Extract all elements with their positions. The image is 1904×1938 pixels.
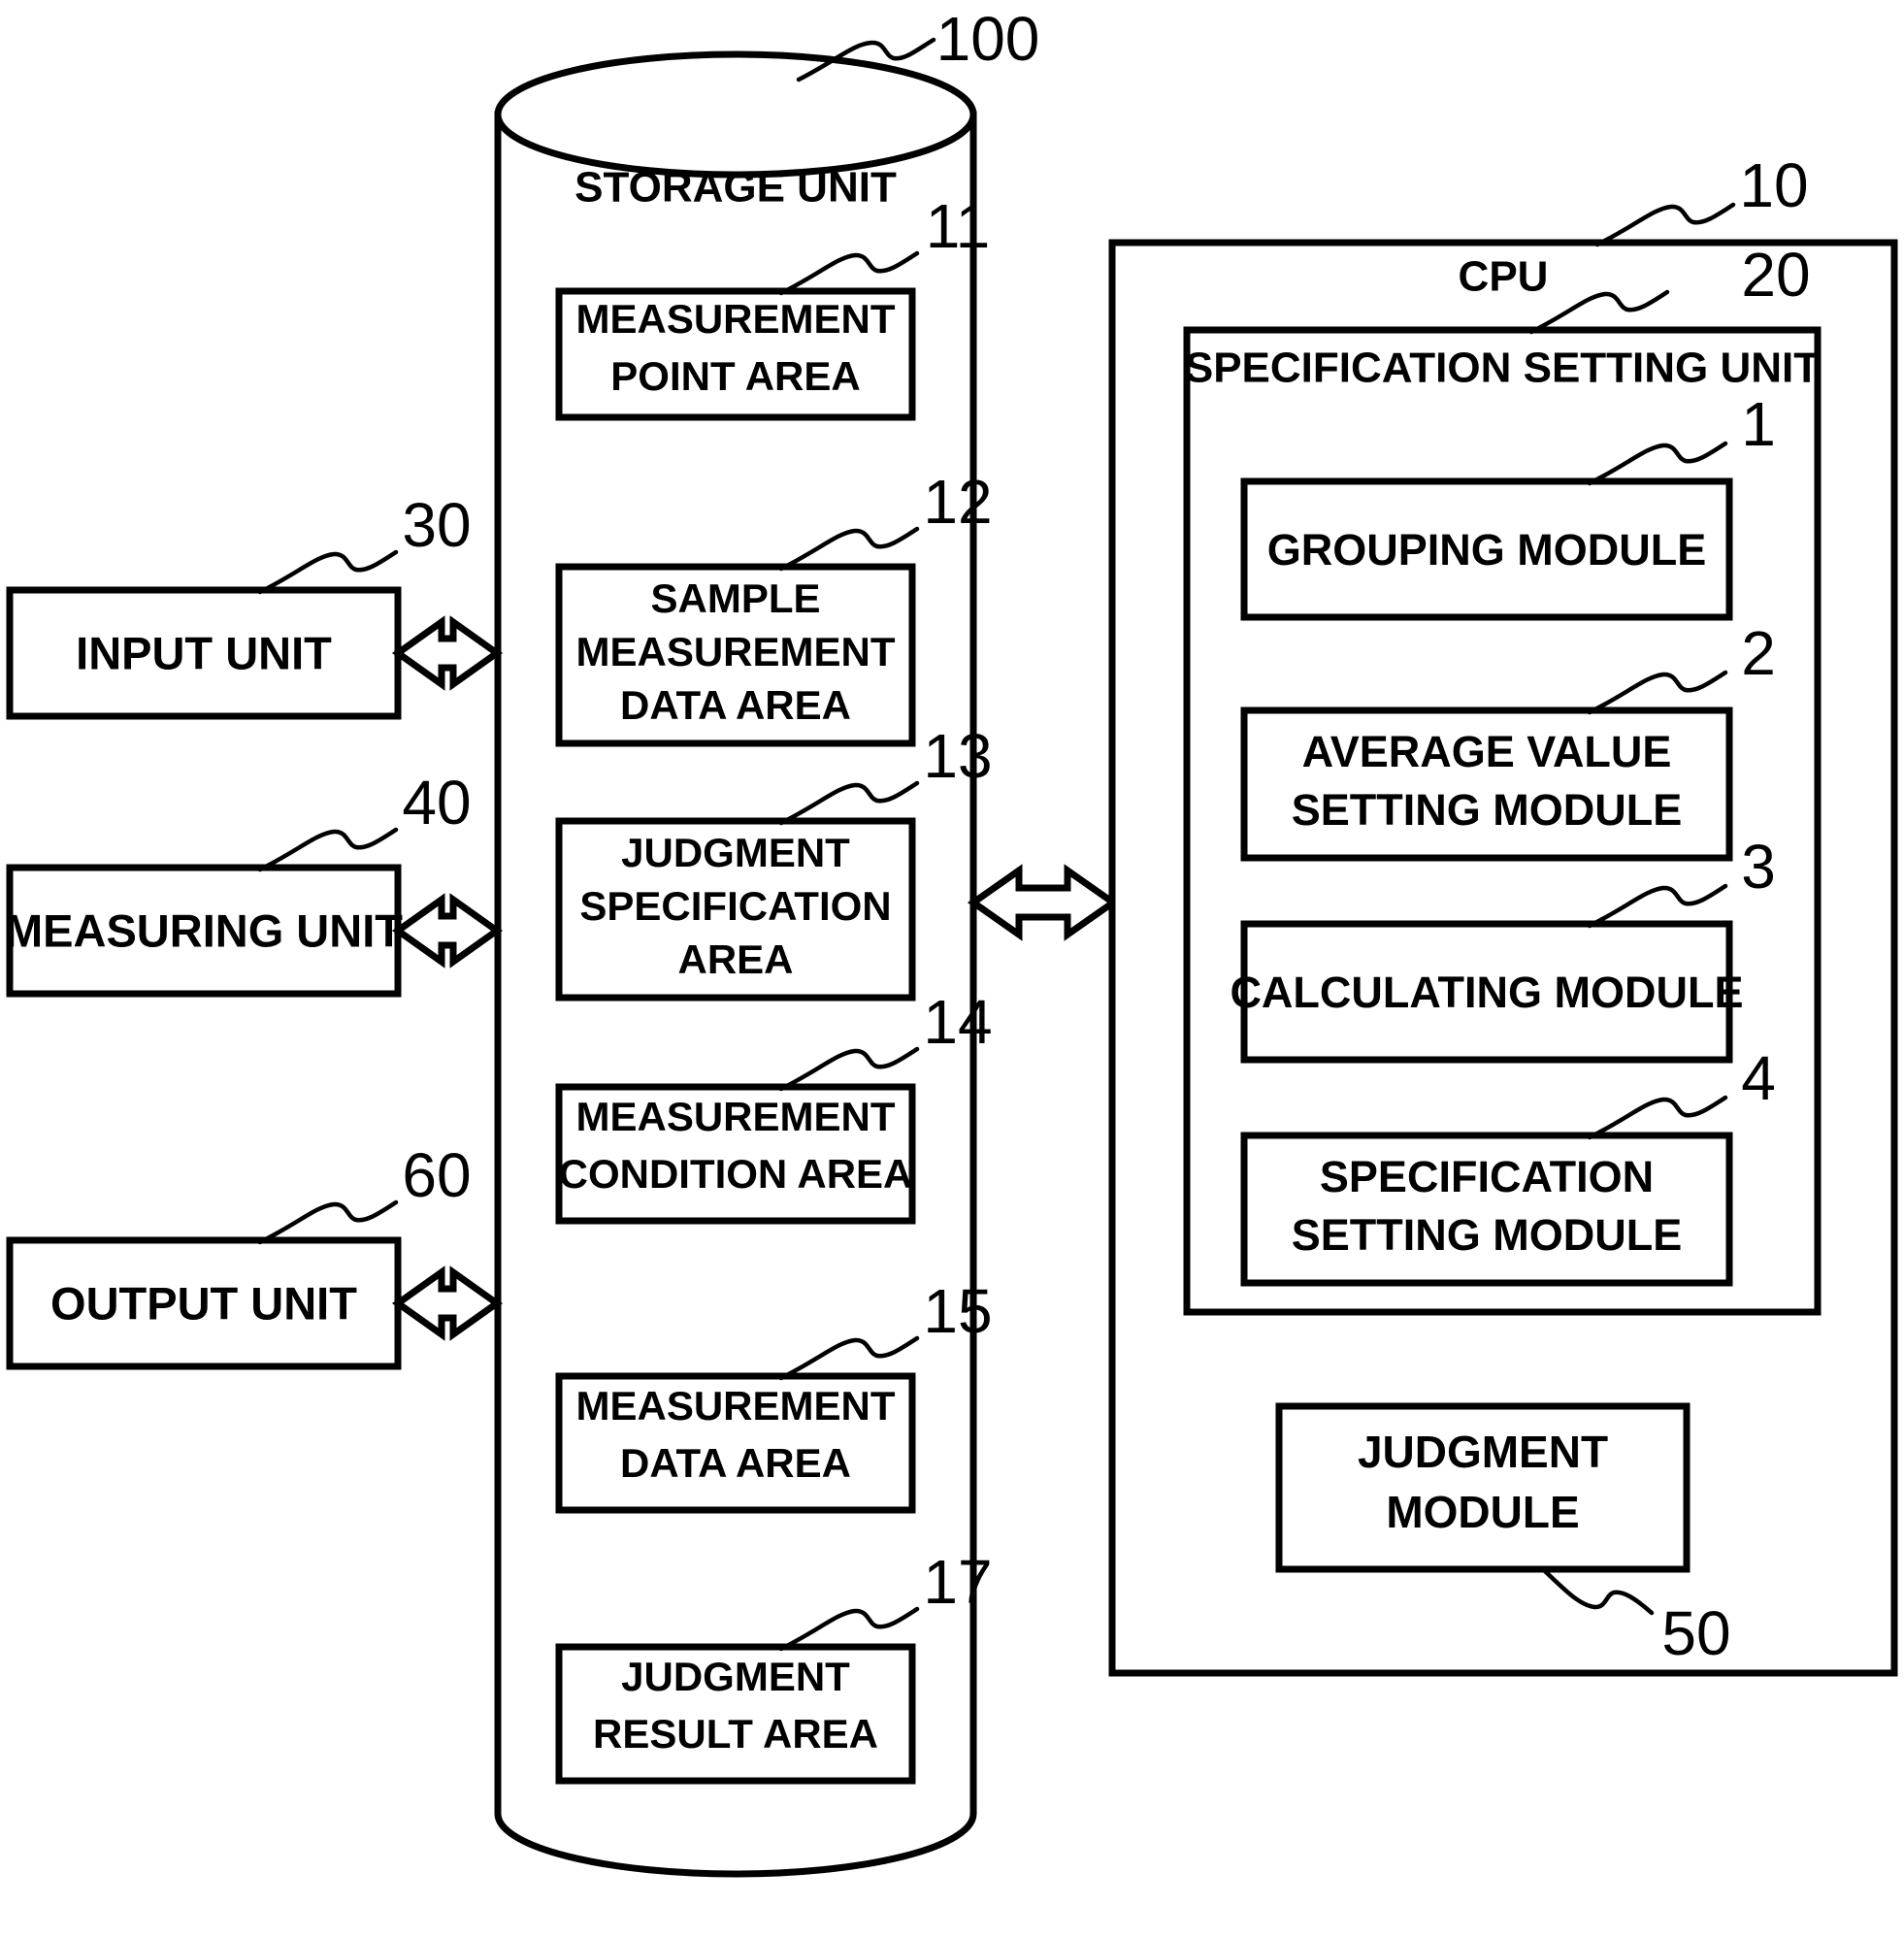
ref-number-30: 30 (402, 490, 471, 560)
svg-text:JUDGMENT: JUDGMENT (621, 1654, 850, 1699)
svg-text:SAMPLE: SAMPLE (650, 575, 820, 621)
module-grouping: GROUPING MODULE (1240, 477, 1733, 621)
peripheral-measuring-unit: MEASURING UNIT (5, 864, 403, 998)
svg-text:POINT AREA: POINT AREA (610, 353, 860, 399)
ref-number-12: 12 (923, 467, 992, 537)
ref-number-13: 13 (923, 721, 992, 791)
peripheral-input-unit: INPUT UNIT (6, 586, 402, 720)
module-calculating: CALCULATING MODULE (1230, 920, 1744, 1064)
arrow-storage-cpu (967, 864, 1120, 941)
leader-line-30 (257, 549, 399, 595)
svg-text:JUDGMENT: JUDGMENT (621, 830, 850, 875)
storage-area-measurement-point: MEASUREMENT POINT AREA (555, 287, 916, 421)
peripheral-output-unit: OUTPUT UNIT (6, 1236, 402, 1370)
block-diagram: 100 STORAGE UNIT MEASUREMENT POINT AREA … (5, 4, 1898, 1878)
ref-number-14: 14 (923, 987, 992, 1057)
svg-text:MODULE: MODULE (1386, 1487, 1579, 1537)
svg-text:SPECIFICATION: SPECIFICATION (1320, 1152, 1654, 1201)
arrow-output-storage (391, 1265, 504, 1341)
module-average-value-setting: AVERAGE VALUE SETTING MODULE (1240, 706, 1733, 862)
svg-text:RESULT AREA: RESULT AREA (593, 1711, 878, 1757)
ref-number-4: 4 (1741, 1043, 1776, 1113)
svg-text:MEASUREMENT: MEASUREMENT (575, 296, 895, 342)
svg-text:MEASURING UNIT: MEASURING UNIT (5, 904, 403, 956)
storage-unit-title: STORAGE UNIT (574, 164, 897, 212)
arrow-measuring-storage (391, 893, 504, 969)
leader-line-10 (1594, 202, 1736, 247)
ref-number-50: 50 (1661, 1598, 1730, 1668)
svg-text:CONDITION AREA: CONDITION AREA (559, 1151, 913, 1197)
svg-text:MEASUREMENT: MEASUREMENT (575, 629, 895, 674)
svg-text:GROUPING MODULE: GROUPING MODULE (1267, 525, 1707, 575)
ref-number-11: 11 (926, 191, 990, 261)
patent-figure-canvas: 100 STORAGE UNIT MEASUREMENT POINT AREA … (0, 0, 1904, 1938)
svg-text:SETTING MODULE: SETTING MODULE (1292, 1210, 1683, 1260)
svg-text:MEASUREMENT: MEASUREMENT (575, 1094, 895, 1139)
module-specification-setting: SPECIFICATION SETTING MODULE (1240, 1132, 1733, 1287)
ref-number-20: 20 (1741, 240, 1810, 310)
ref-number-17: 17 (923, 1547, 992, 1617)
ref-number-40: 40 (402, 768, 471, 838)
svg-text:SPECIFICATION SETTING UNIT: SPECIFICATION SETTING UNIT (1185, 345, 1820, 392)
svg-text:DATA AREA: DATA AREA (620, 682, 851, 728)
storage-area-judgment-specification: JUDGMENT SPECIFICATION AREA (555, 817, 916, 1002)
ref-number-60: 60 (402, 1140, 471, 1210)
leader-line-60 (257, 1199, 399, 1245)
svg-text:OUTPUT UNIT: OUTPUT UNIT (50, 1277, 357, 1329)
ref-number-100: 100 (936, 4, 1040, 74)
ref-number-1: 1 (1741, 389, 1776, 459)
ref-number-2: 2 (1741, 618, 1776, 688)
svg-text:SETTING MODULE: SETTING MODULE (1292, 785, 1683, 835)
svg-text:AVERAGE VALUE: AVERAGE VALUE (1302, 727, 1672, 776)
svg-text:DATA AREA: DATA AREA (620, 1440, 851, 1486)
svg-text:INPUT UNIT: INPUT UNIT (76, 627, 332, 678)
ref-number-3: 3 (1741, 832, 1776, 902)
svg-text:CALCULATING MODULE: CALCULATING MODULE (1230, 968, 1743, 1017)
svg-text:JUDGMENT: JUDGMENT (1358, 1427, 1608, 1477)
module-judgment: JUDGMENT MODULE (1275, 1402, 1691, 1573)
svg-text:SPECIFICATION: SPECIFICATION (579, 883, 891, 929)
ref-number-15: 15 (923, 1276, 992, 1346)
svg-text:CPU: CPU (1459, 253, 1549, 301)
storage-area-judgment-result: JUDGMENT RESULT AREA (555, 1643, 916, 1785)
ref-number-10: 10 (1739, 150, 1808, 220)
leader-line-40 (257, 827, 399, 872)
svg-text:AREA: AREA (677, 936, 793, 982)
arrow-input-storage (391, 615, 504, 691)
storage-area-measurement-condition: MEASUREMENT CONDITION AREA (555, 1083, 916, 1225)
storage-area-sample-measurement-data: SAMPLE MEASUREMENT DATA AREA (555, 563, 916, 747)
svg-text:MEASUREMENT: MEASUREMENT (575, 1383, 895, 1429)
storage-area-measurement-data: MEASUREMENT DATA AREA (555, 1372, 916, 1514)
